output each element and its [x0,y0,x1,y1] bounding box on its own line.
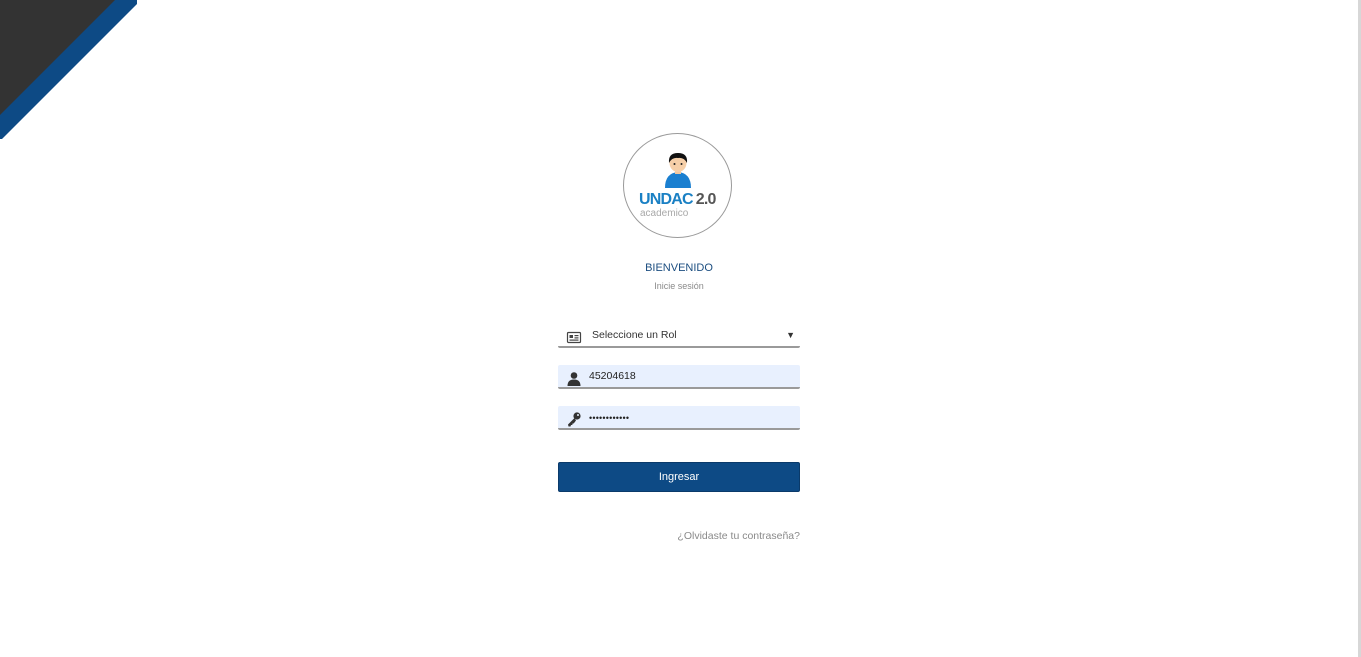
password-value: •••••••••••• [589,413,630,423]
logo-brand: UNDAC [639,191,694,208]
username-field[interactable]: 45204618 [558,365,800,389]
corner-decoration [0,0,137,139]
app-logo: UNDAC 2.0 academico [623,133,732,238]
page-title: BIENVENIDO [645,262,713,274]
chevron-down-icon: ▼ [786,330,795,340]
user-icon [567,372,581,386]
login-page: UNDAC 2.0 academico BIENVENIDO Inicie ses… [0,0,1361,657]
username-value: 45204618 [589,370,636,382]
logo-wordmark: UNDAC 2.0 [639,191,716,209]
key-icon [568,412,581,427]
logo-subtitle: academico [640,208,689,219]
role-select[interactable]: Seleccione un Rol ▼ [558,324,800,348]
role-select-value: Seleccione un Rol [592,329,677,341]
avatar-icon [665,153,691,188]
id-card-icon [566,331,582,344]
forgot-password-link[interactable]: ¿Olvidaste tu contraseña? [558,530,800,543]
password-field[interactable]: •••••••••••• [558,406,800,430]
page-subtitle: Inicie sesión [654,281,704,291]
logo-version: 2.0 [695,191,717,208]
login-button[interactable]: Ingresar [558,462,800,492]
